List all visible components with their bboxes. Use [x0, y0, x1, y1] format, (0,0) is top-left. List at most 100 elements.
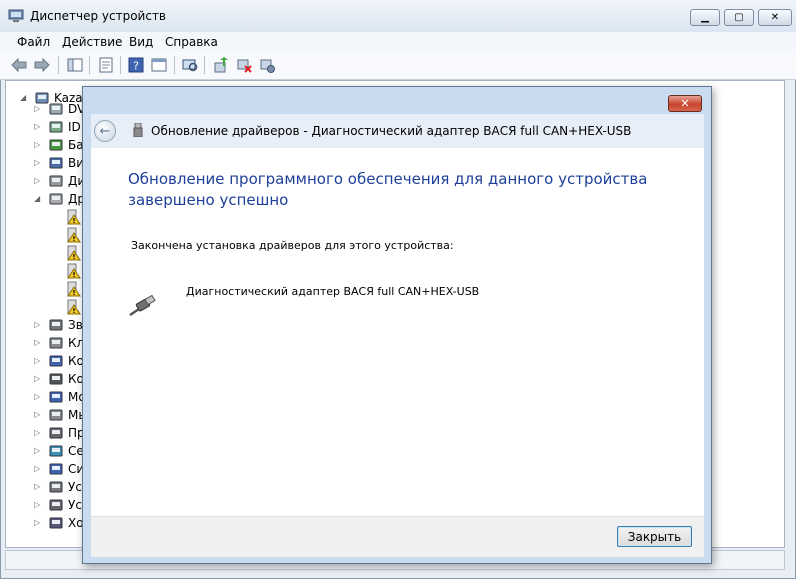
expand-arrow-icon[interactable]: ▷: [34, 465, 42, 473]
tree-item[interactable]: ▷ Ба: [34, 136, 84, 154]
back-arrow-icon: ←: [99, 123, 111, 139]
expand-arrow-icon[interactable]: ▷: [34, 393, 42, 401]
menu-action[interactable]: Действие: [62, 35, 122, 49]
tree-item[interactable]: ▷ Ус: [34, 496, 82, 514]
tree-item[interactable]: [52, 244, 86, 262]
storage-icon: [49, 517, 63, 529]
install-complete-text: Закончена установка драйверов для этого …: [131, 239, 454, 252]
expand-arrow-icon[interactable]: ▷: [34, 159, 42, 167]
scan-hardware-icon[interactable]: [181, 56, 199, 74]
system-icon: [49, 463, 63, 475]
tree-item[interactable]: ▷ Пр: [34, 424, 85, 442]
help-icon[interactable]: ?: [127, 56, 145, 74]
tree-item[interactable]: [52, 226, 86, 244]
tree-item[interactable]: ▷ Зв: [34, 316, 83, 334]
maximize-icon: ▢: [734, 12, 744, 23]
tree-item[interactable]: ▷ Ви: [34, 154, 84, 172]
expand-arrow-icon[interactable]: ▷: [34, 519, 42, 527]
show-hide-icon[interactable]: [150, 56, 168, 74]
imaging-icon: [49, 499, 63, 511]
tree-item[interactable]: ▷ Ди: [34, 172, 85, 190]
battery-icon: [49, 139, 63, 151]
tree-item[interactable]: ▷ Мы: [34, 406, 88, 424]
tree-item-label: Ус: [68, 498, 82, 512]
warning-device-icon: [67, 209, 81, 225]
toolbar-separator: [58, 56, 59, 74]
dvd-icon: [49, 103, 63, 115]
expand-arrow-icon[interactable]: ▷: [34, 339, 42, 347]
dialog-footer: [91, 516, 704, 557]
expand-arrow-icon[interactable]: ▷: [34, 411, 42, 419]
menu-help[interactable]: Справка: [165, 35, 218, 49]
menu-file[interactable]: Файл: [17, 35, 50, 49]
tree-item[interactable]: ▷ Ус: [34, 478, 82, 496]
tree-item[interactable]: ▷ ID: [34, 118, 81, 136]
ide-icon: [49, 121, 63, 133]
usb-controller-icon: [49, 373, 63, 385]
toolbar-separator: [89, 56, 90, 74]
expand-arrow-icon[interactable]: ▷: [34, 429, 42, 437]
disk-icon: [49, 175, 63, 187]
tree-item[interactable]: [52, 298, 86, 316]
expand-arrow-icon[interactable]: ◢: [34, 195, 42, 203]
device-name: Диагностический адаптер ВАСЯ full CAN+HE…: [186, 285, 480, 298]
toolbar-separator: [174, 56, 175, 74]
sound-icon: [49, 319, 63, 331]
dialog-close-x-button[interactable]: ✕: [668, 95, 702, 112]
tree-item[interactable]: [52, 280, 86, 298]
tree-item[interactable]: ▷ Ко: [34, 352, 84, 370]
expand-arrow-icon[interactable]: ▷: [34, 177, 42, 185]
expand-arrow-icon[interactable]: ◢: [20, 94, 28, 102]
dialog-back-button[interactable]: ←: [94, 120, 116, 142]
update-driver-icon[interactable]: [212, 56, 230, 74]
expand-arrow-icon[interactable]: ▷: [34, 447, 42, 455]
toolbar-separator: [120, 56, 121, 74]
minimize-button[interactable]: ▁: [690, 9, 720, 26]
forward-icon[interactable]: [33, 56, 51, 74]
tree-item[interactable]: ▷ Се: [34, 442, 84, 460]
tree-item[interactable]: ▷ Ко: [34, 370, 84, 388]
warning-device-icon: [67, 281, 81, 297]
expand-arrow-icon[interactable]: ▷: [34, 357, 42, 365]
tree-item[interactable]: [52, 262, 86, 280]
expand-arrow-icon[interactable]: ▷: [34, 141, 42, 149]
tree-item[interactable]: ▷ Кл: [34, 334, 84, 352]
expand-arrow-icon[interactable]: ▷: [34, 501, 42, 509]
expand-arrow-icon[interactable]: ▷: [34, 483, 42, 491]
other-devices-icon: [49, 193, 63, 205]
properties-icon[interactable]: [97, 56, 115, 74]
video-icon: [49, 157, 63, 169]
monitor-icon: [49, 391, 63, 403]
maximize-button[interactable]: ▢: [724, 9, 754, 26]
tree-item[interactable]: ▷ DV: [34, 100, 85, 118]
expand-arrow-icon[interactable]: ▷: [34, 321, 42, 329]
menu-view[interactable]: Вид: [129, 35, 153, 49]
tree-item[interactable]: ◢ Др: [34, 190, 85, 208]
network-icon: [49, 445, 63, 457]
tree-item[interactable]: ▷ Хо: [34, 514, 84, 532]
tree-item[interactable]: ▷ Си: [34, 460, 84, 478]
minimize-icon: ▁: [701, 12, 709, 23]
uninstall-icon[interactable]: [235, 56, 253, 74]
warning-device-icon: [67, 227, 81, 243]
expand-arrow-icon[interactable]: ▷: [34, 375, 42, 383]
expand-arrow-icon[interactable]: ▷: [34, 123, 42, 131]
keyboard-icon: [49, 337, 63, 349]
close-window-button[interactable]: ✕: [758, 9, 792, 26]
dialog-heading: Обновление программного обеспечения для …: [128, 170, 648, 209]
tree-item[interactable]: ▷ Мо: [34, 388, 86, 406]
console-tree-icon[interactable]: [66, 56, 84, 74]
close-button[interactable]: Закрыть: [617, 526, 692, 547]
expand-arrow-icon[interactable]: ▷: [34, 105, 42, 113]
disable-icon[interactable]: [258, 56, 276, 74]
close-icon: ✕: [680, 97, 690, 110]
warning-device-icon: [67, 263, 81, 279]
tree-item-label: Зв: [68, 318, 83, 332]
usb-cable-icon: [129, 295, 156, 317]
back-icon[interactable]: [10, 56, 28, 74]
svg-text:?: ?: [133, 60, 139, 73]
close-icon: ✕: [770, 12, 780, 23]
tree-item[interactable]: [52, 208, 86, 226]
